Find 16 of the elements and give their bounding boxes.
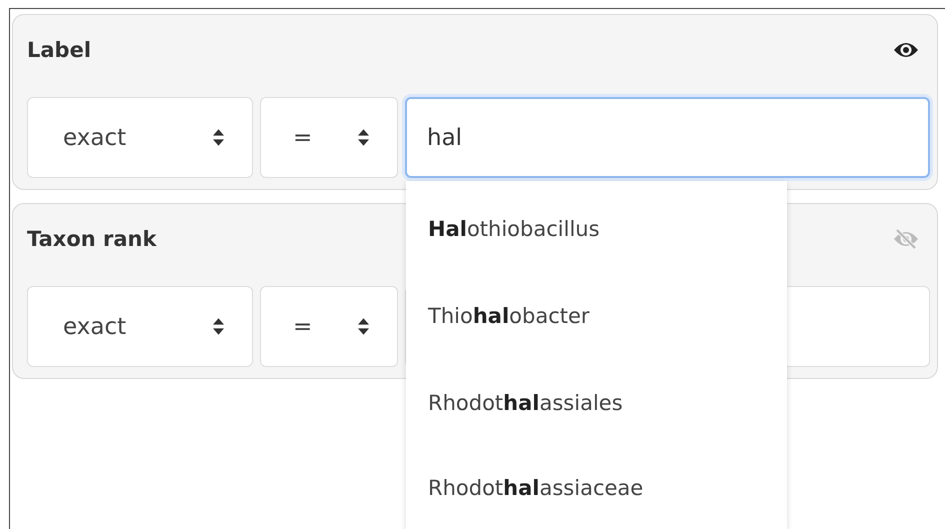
eye-icon[interactable] bbox=[893, 40, 919, 60]
filter-title: Taxon rank bbox=[27, 227, 156, 251]
suggestion-item[interactable]: Thiohalobacter bbox=[406, 272, 787, 359]
operator-select[interactable]: = bbox=[260, 286, 398, 367]
operator-select[interactable]: = bbox=[260, 97, 398, 178]
mode-select[interactable]: exact bbox=[27, 286, 253, 367]
suggestion-item[interactable]: Rhodothalassiales bbox=[406, 359, 787, 446]
suggestion-item[interactable]: Rhodothalassiaceae bbox=[406, 446, 787, 529]
sort-caret-icon bbox=[213, 129, 224, 146]
search-field[interactable]: hal bbox=[405, 97, 930, 178]
suggestion-item[interactable]: Halothiobacillus bbox=[406, 185, 787, 272]
sort-caret-icon bbox=[358, 129, 369, 146]
filter-title: Label bbox=[27, 38, 92, 62]
sort-caret-icon bbox=[358, 318, 369, 335]
mode-select[interactable]: exact bbox=[27, 97, 253, 178]
sort-caret-icon bbox=[213, 318, 224, 335]
